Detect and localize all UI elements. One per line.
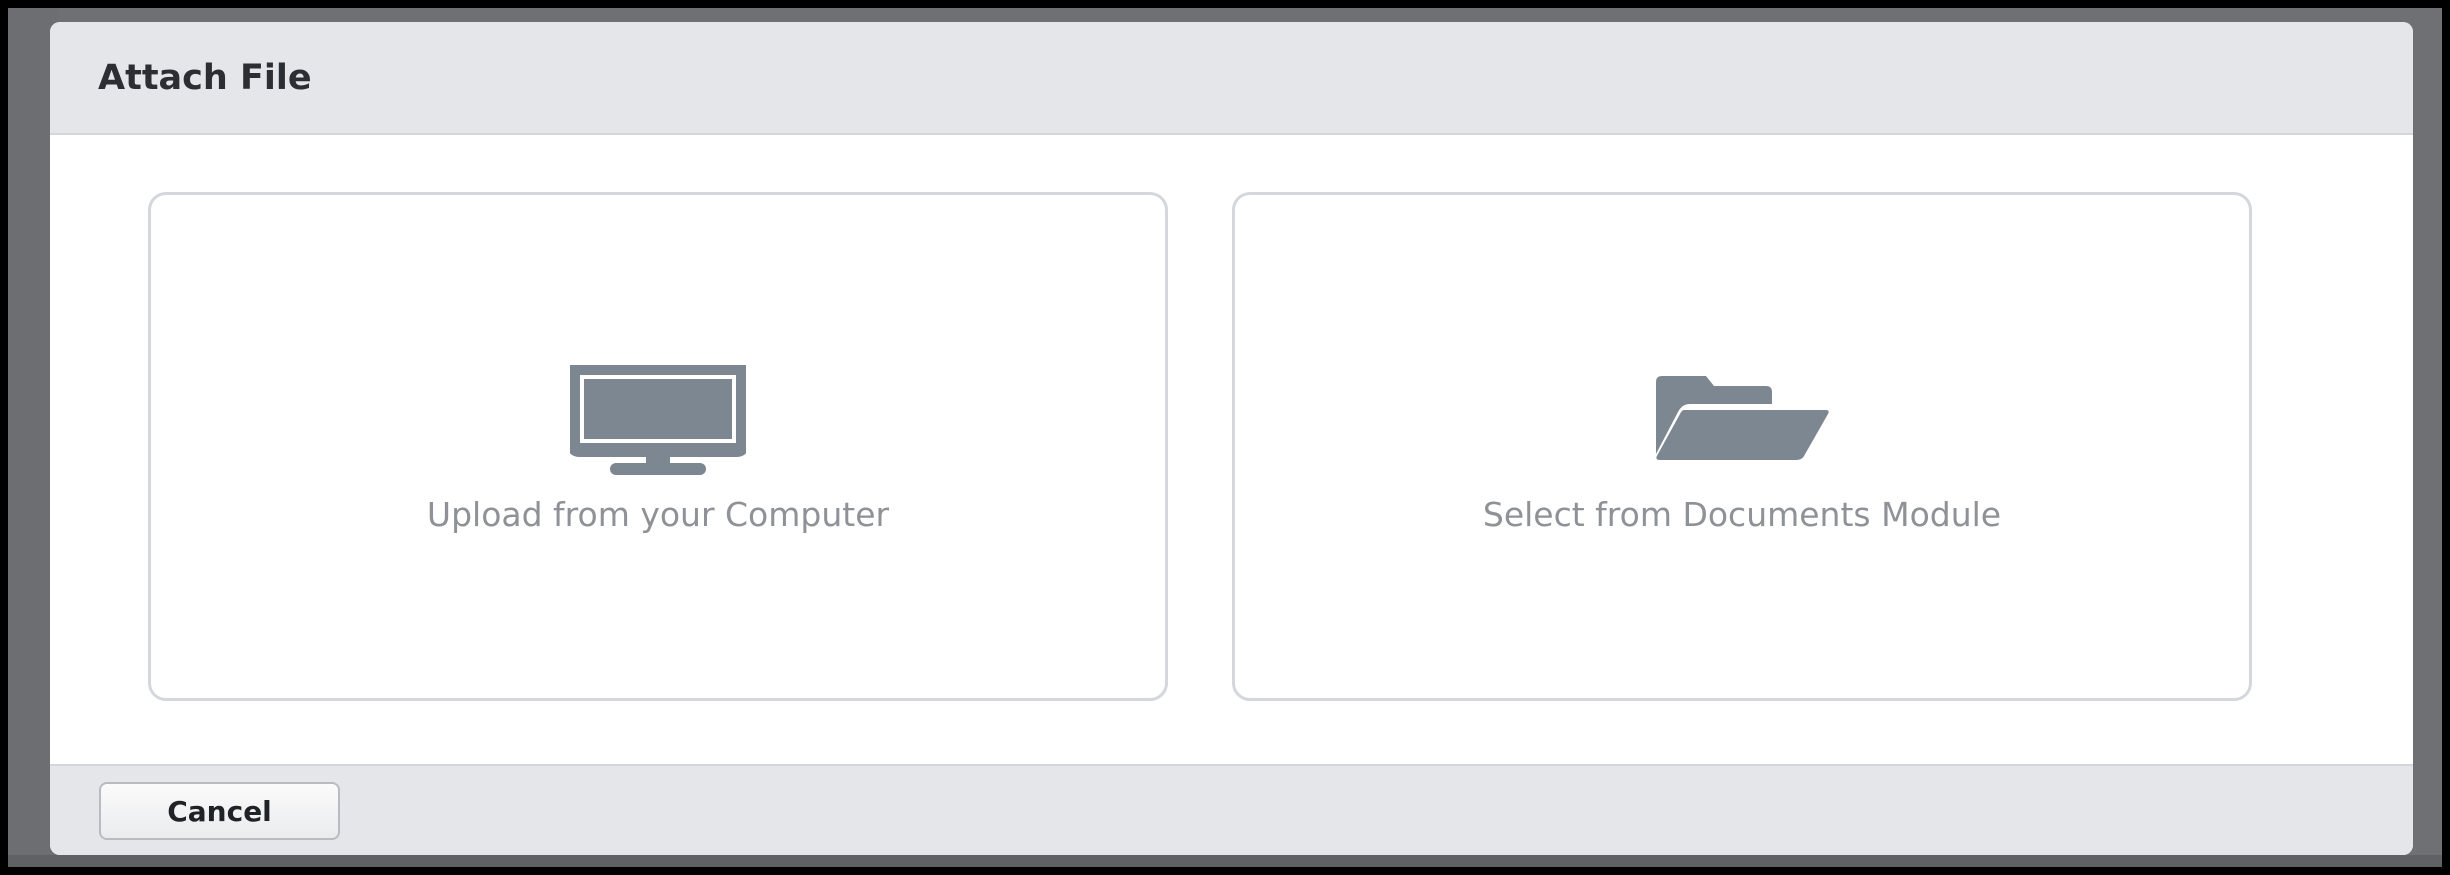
dialog-body: Upload from your Computer Select from Do… xyxy=(50,135,2413,764)
documents-option-label: Select from Documents Module xyxy=(1482,495,2002,534)
cancel-button[interactable]: Cancel xyxy=(99,782,340,840)
upload-from-computer-option[interactable]: Upload from your Computer xyxy=(148,192,1168,701)
monitor-icon xyxy=(566,361,750,481)
background-table-edge xyxy=(8,855,2442,867)
attach-file-dialog: Attach File Upload from your Computer Se… xyxy=(50,22,2413,855)
select-from-documents-option[interactable]: Select from Documents Module xyxy=(1232,192,2252,701)
dialog-title: Attach File xyxy=(98,57,312,98)
dialog-header: Attach File xyxy=(50,22,2413,135)
folder-open-icon xyxy=(1654,376,1830,464)
dialog-footer: Cancel xyxy=(50,764,2413,855)
upload-option-label: Upload from your Computer xyxy=(426,495,890,534)
